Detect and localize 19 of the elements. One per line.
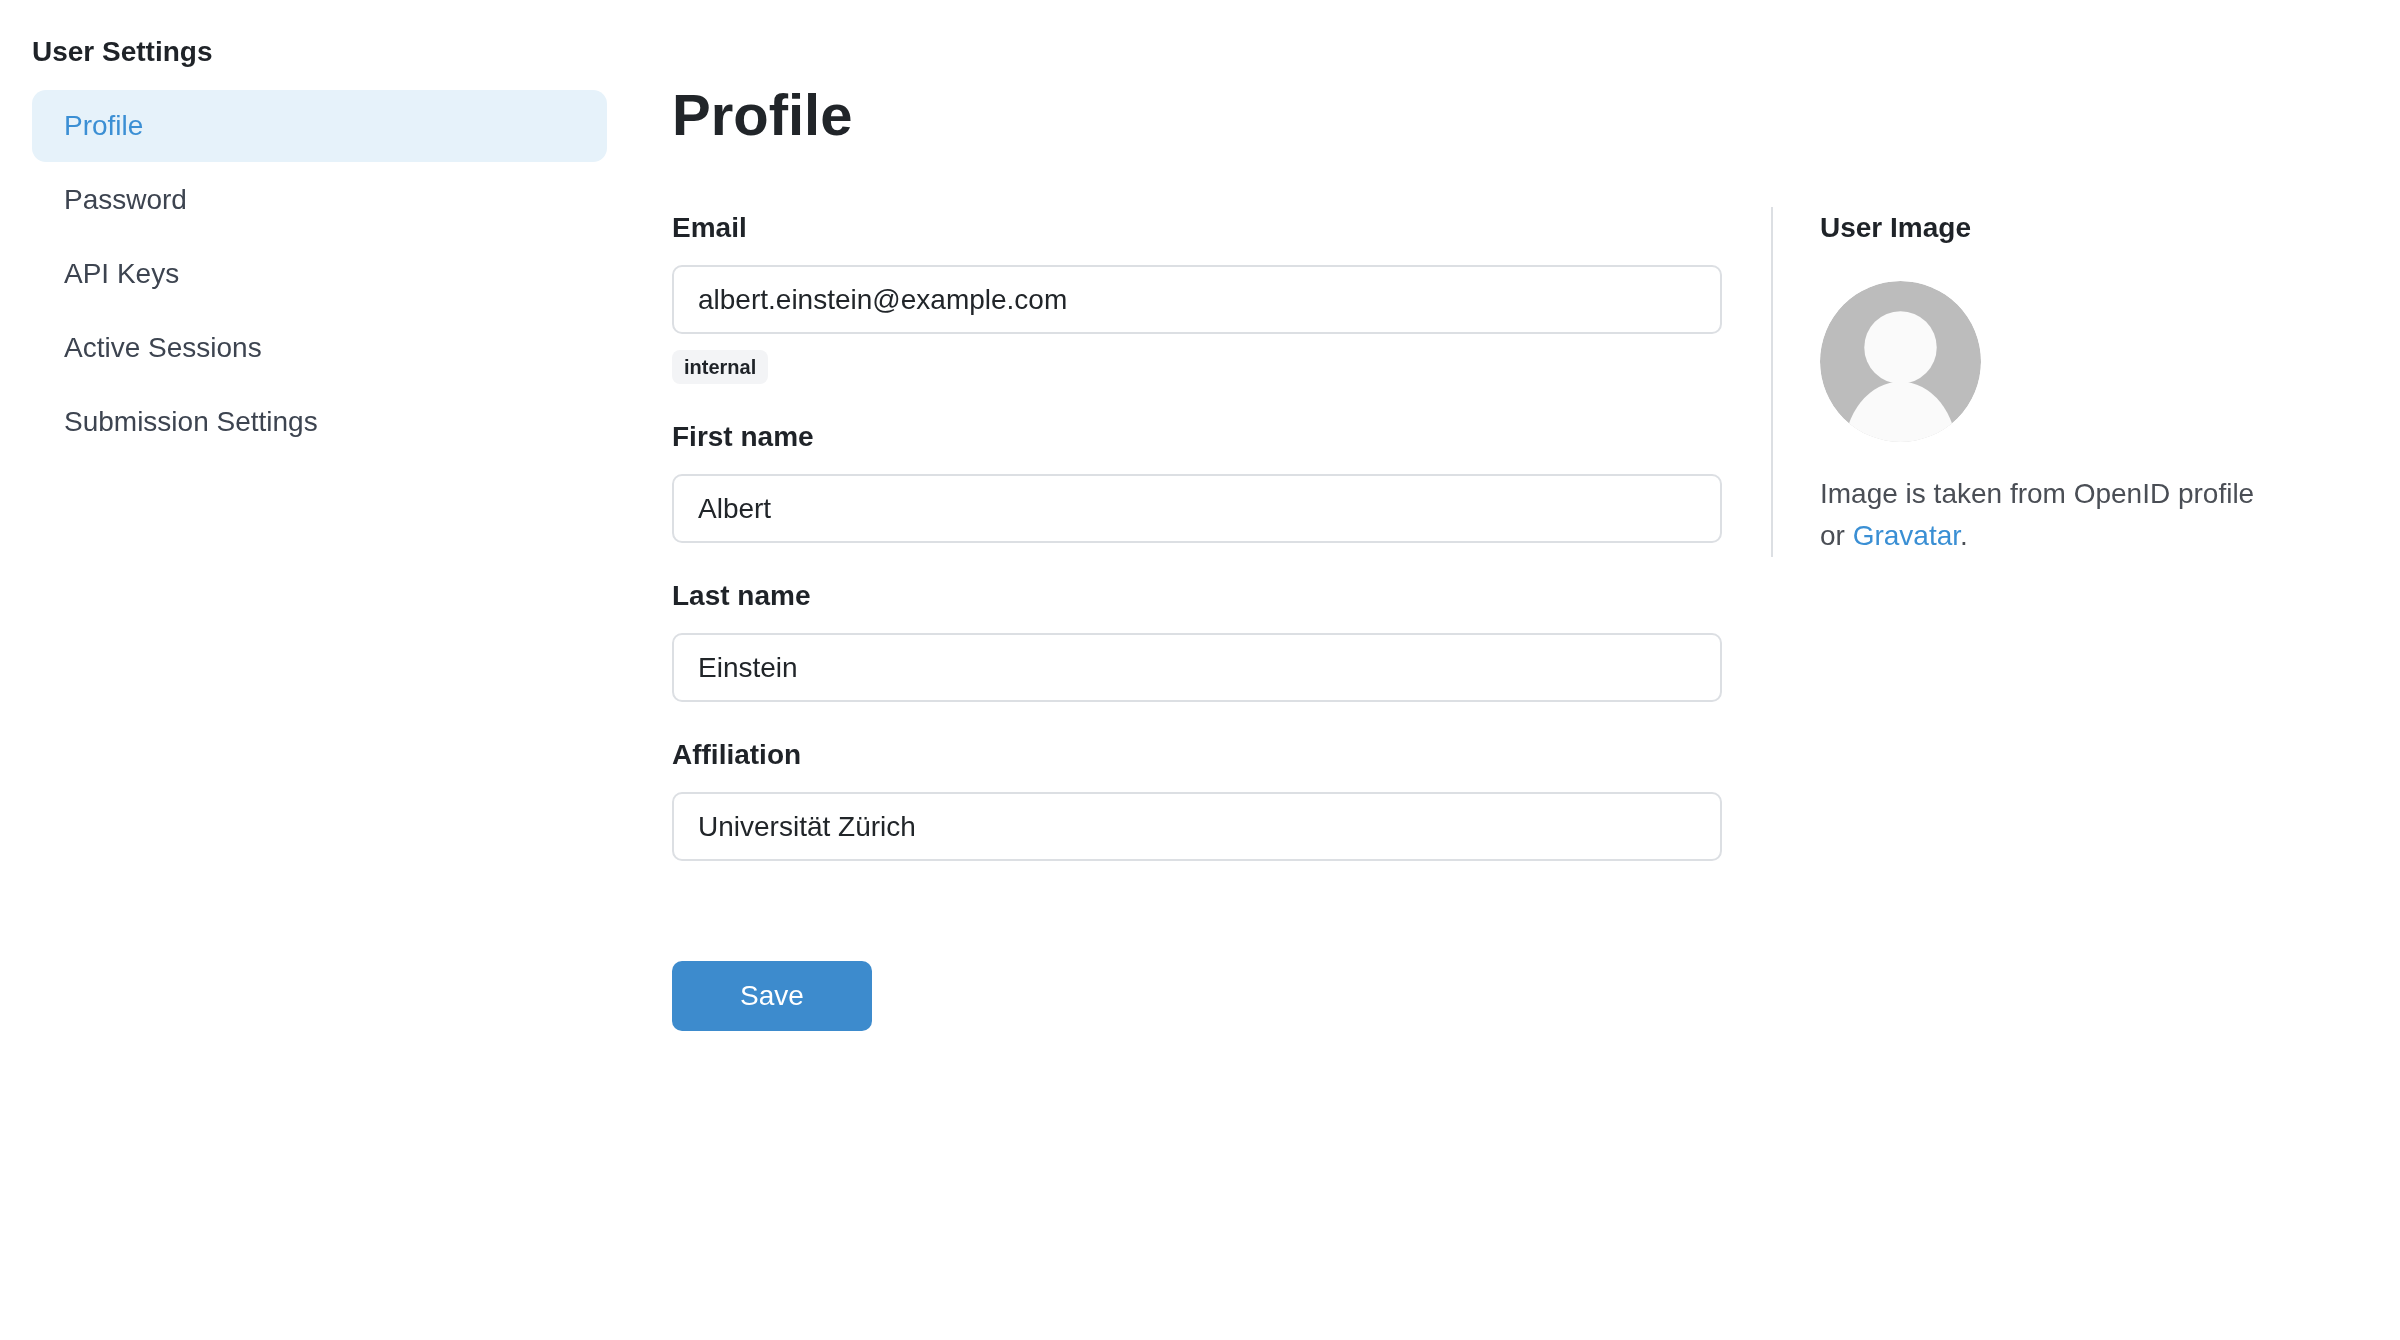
tag: internal: [672, 350, 769, 384]
sidebar-item[interactable]: Submission Settings: [32, 386, 607, 458]
field-label: Email: [672, 211, 747, 245]
sidebar-item[interactable]: Password: [32, 164, 607, 236]
sidebar-item[interactable]: Active Sessions: [32, 312, 607, 384]
section-heading: User Image: [1820, 211, 1971, 245]
field-label: Last name: [672, 579, 811, 613]
page-title: Profile: [672, 81, 853, 149]
text-field[interactable]: albert.einstein@example.com: [672, 265, 1722, 334]
sidebar-item[interactable]: API Keys: [32, 238, 607, 310]
image-source-note: Image is taken from OpenID profile or Gravatar.: [1820, 477, 2256, 553]
field-label: Affiliation: [672, 738, 802, 772]
text-field[interactable]: Universität Zürich: [672, 792, 1722, 861]
text-field[interactable]: Albert: [672, 474, 1722, 543]
field-label: First name: [672, 420, 814, 454]
save-button[interactable]: Save: [672, 961, 872, 1031]
text-field[interactable]: Einstein: [672, 633, 1722, 702]
sidebar-heading: User Settings: [32, 35, 213, 69]
avatar-silhouette-icon: [1820, 281, 1981, 442]
